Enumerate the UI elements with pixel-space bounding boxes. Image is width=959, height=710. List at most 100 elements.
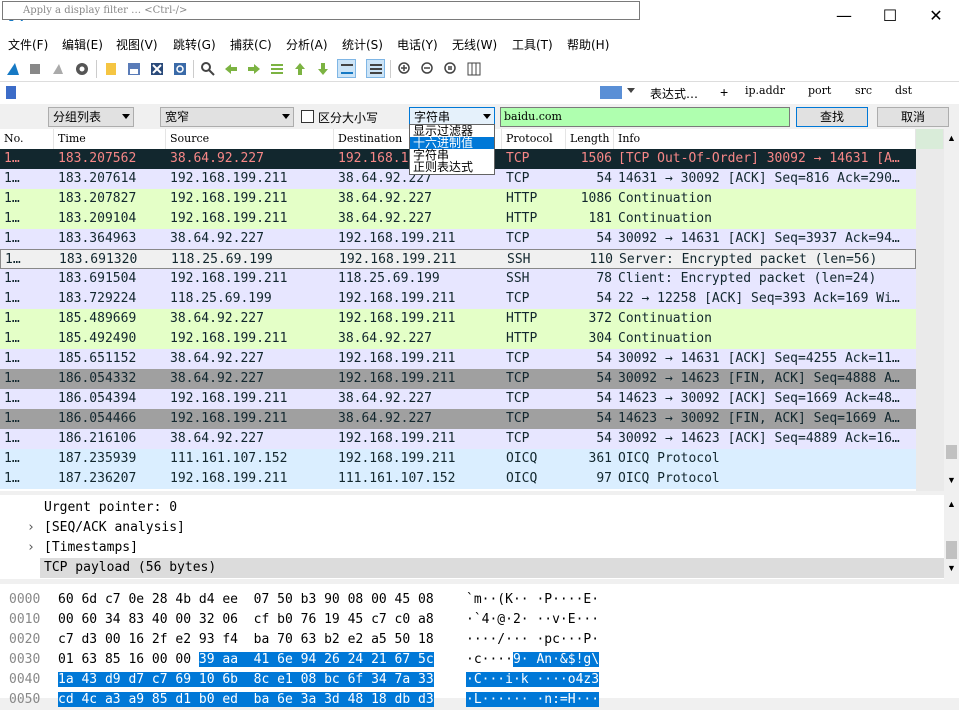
case-sensitive-checkbox[interactable]	[301, 110, 314, 123]
zoom-in-icon[interactable]	[395, 59, 414, 78]
menu-bar: 文件(F) 编辑(E) 视图(V) 跳转(G) 捕获(C) 分析(A) 统计(S…	[0, 32, 959, 56]
apply-filter-arrow-icon[interactable]	[600, 86, 622, 99]
expand-chevron-icon[interactable]: ›	[27, 538, 35, 558]
cell-src: 192.168.199.211	[170, 191, 288, 206]
shark-fin-start-icon[interactable]	[3, 59, 22, 78]
packet-row[interactable]: 1… 183.691320 118.25.69.199 192.168.199.211…	[0, 249, 916, 269]
find-button[interactable]: 查找	[796, 107, 868, 127]
hex-row[interactable]: 0030 01 63 85 16 00 00 39 aa 41 6e 94 26 …	[0, 650, 959, 670]
packet-row[interactable]: 1… 183.691504 192.168.199.211 118.25.69.199…	[0, 269, 916, 289]
options-gear-icon[interactable]	[72, 59, 91, 78]
colorize-icon[interactable]	[366, 59, 385, 78]
add-filter-button[interactable]: +	[720, 84, 728, 100]
go-to-packet-icon[interactable]	[267, 59, 286, 78]
cancel-button[interactable]: 取消	[877, 107, 949, 127]
filter-bookmark-icon[interactable]	[6, 86, 16, 99]
menu-edit[interactable]: 编辑(E)	[62, 36, 103, 53]
packet-row[interactable]: 1… 186.054466 192.168.199.211 38.64.92.227 T…	[0, 409, 916, 429]
menu-file[interactable]: 文件(F)	[8, 36, 48, 53]
hex-row[interactable]: 0040 1a 43 d9 d7 c7 69 10 6b 8c e1 08 bc …	[0, 670, 959, 690]
filter-button-dst[interactable]: dst	[895, 84, 912, 97]
find-packet-icon[interactable]	[198, 59, 217, 78]
go-back-icon[interactable]	[221, 59, 240, 78]
menu-wireless[interactable]: 无线(W)	[452, 36, 497, 53]
search-scope-value: 分组列表	[53, 110, 102, 124]
open-file-icon[interactable]	[101, 59, 120, 78]
filter-button-ip-addr[interactable]: ip.addr	[745, 84, 785, 97]
detail-urgent-pointer[interactable]: Urgent pointer: 0	[44, 498, 177, 518]
column-header-length[interactable]: Length	[566, 129, 614, 149]
column-header-source[interactable]: Source	[166, 129, 334, 149]
packet-row[interactable]: 1… 185.489669 38.64.92.227 192.168.199.211 H…	[0, 309, 916, 329]
filter-button-src[interactable]: src	[855, 84, 872, 97]
hex-row[interactable]: 0000 60 6d c7 0e 28 4b d4 ee 07 50 b3 90 …	[0, 590, 959, 610]
filter-expression-button[interactable]: 表达式…	[650, 85, 698, 102]
detail-timestamps[interactable]: [Timestamps]	[44, 538, 138, 558]
go-first-icon[interactable]	[290, 59, 309, 78]
packet-row[interactable]: 1… 186.054332 38.64.92.227 192.168.199.211 T…	[0, 369, 916, 389]
hex-row[interactable]: 0020 c7 d3 00 16 2f e2 93 f4 ba 70 63 b2 …	[0, 630, 959, 650]
packet-row[interactable]: 1… 183.364963 38.64.92.227 192.168.199.211 T…	[0, 229, 916, 249]
scroll-up-icon[interactable]: ▲	[947, 133, 956, 143]
cell-no: 1…	[4, 231, 20, 246]
packet-row[interactable]: 1… 186.216106 38.64.92.227 192.168.199.211 T…	[0, 429, 916, 449]
autoscroll-icon[interactable]	[337, 59, 356, 78]
column-header-no[interactable]: No.	[0, 129, 54, 149]
packet-row[interactable]: 1… 185.492490 192.168.199.211 38.64.92.227 H…	[0, 329, 916, 349]
scroll-thumb[interactable]	[946, 541, 957, 559]
packet-row[interactable]: 1… 183.209104 192.168.199.211 38.64.92.227 H…	[0, 209, 916, 229]
menu-tools[interactable]: 工具(T)	[512, 36, 553, 53]
menu-statistics[interactable]: 统计(S)	[342, 36, 383, 53]
search-charset-select[interactable]: 宽窄	[160, 107, 294, 127]
hex-row[interactable]: 0010 00 60 34 83 40 00 32 06 cf b0 76 19 …	[0, 610, 959, 630]
packet-row[interactable]: 1… 187.235939 111.161.107.152 192.168.199.2…	[0, 449, 916, 469]
zoom-normal-icon[interactable]	[441, 59, 460, 78]
column-header-protocol[interactable]: Protocol	[502, 129, 566, 149]
scroll-up-icon[interactable]: ▲	[947, 499, 956, 509]
menu-capture[interactable]: 捕获(C)	[230, 36, 272, 53]
hex-row[interactable]: 0050 cd 4c a3 a9 85 d1 b0 ed ba 6e 3a 3d …	[0, 690, 959, 710]
search-scope-select[interactable]: 分组列表	[48, 107, 134, 127]
scroll-thumb[interactable]	[946, 445, 957, 459]
resize-columns-icon[interactable]	[464, 59, 483, 78]
packet-row[interactable]: 1… 187.236207 192.168.199.211 111.161.107.1…	[0, 469, 916, 489]
display-filter-input[interactable]: Apply a display filter … <Ctrl-/>	[2, 1, 640, 20]
column-header-time[interactable]: Time	[54, 129, 166, 149]
zoom-out-icon[interactable]	[418, 59, 437, 78]
cell-src: 38.64.92.227	[170, 371, 264, 386]
details-scrollbar[interactable]: ▲ ▼	[944, 495, 959, 579]
scroll-down-icon[interactable]: ▼	[947, 563, 956, 573]
reload-icon[interactable]	[170, 59, 189, 78]
search-value-input[interactable]: baidu.com	[500, 107, 790, 127]
save-file-icon[interactable]	[124, 59, 143, 78]
go-forward-icon[interactable]	[244, 59, 263, 78]
cell-info: [TCP Out-Of-Order] 30092 → 14631 [A…	[618, 151, 900, 166]
menu-telephony[interactable]: 电话(Y)	[397, 36, 438, 53]
maximize-button[interactable]: ☐	[867, 0, 913, 32]
column-header-info[interactable]: Info	[614, 129, 916, 149]
detail-seq-ack-analysis[interactable]: [SEQ/ACK analysis]	[44, 518, 185, 538]
packet-row[interactable]: 1… 186.054394 192.168.199.211 38.64.92.227 T…	[0, 389, 916, 409]
packet-list-scrollbar[interactable]: ▲ ▼	[944, 129, 959, 491]
restart-icon[interactable]	[48, 59, 67, 78]
filter-button-port[interactable]: port	[808, 84, 831, 97]
close-file-icon[interactable]	[147, 59, 166, 78]
menu-help[interactable]: 帮助(H)	[567, 36, 609, 53]
packet-row[interactable]: 1… 183.207827 192.168.199.211 38.64.92.227 H…	[0, 189, 916, 209]
expand-chevron-icon[interactable]: ›	[27, 518, 35, 538]
menu-view[interactable]: 视图(V)	[116, 36, 158, 53]
filter-history-chevron-down-icon[interactable]	[627, 88, 635, 93]
cell-src: 118.25.69.199	[171, 252, 273, 267]
packet-minimap[interactable]	[916, 149, 944, 491]
minimize-button[interactable]: —	[821, 0, 867, 32]
dropdown-option-regex[interactable]: 正则表达式	[410, 161, 494, 173]
scroll-down-icon[interactable]: ▼	[947, 475, 956, 485]
detail-tcp-payload[interactable]: TCP payload (56 bytes)	[44, 558, 216, 578]
close-button[interactable]: ✕	[913, 0, 959, 32]
stop-icon[interactable]	[25, 59, 44, 78]
menu-analyze[interactable]: 分析(A)	[286, 36, 328, 53]
packet-row[interactable]: 1… 185.651152 38.64.92.227 192.168.199.211 T…	[0, 349, 916, 369]
packet-row[interactable]: 1… 183.729224 118.25.69.199 192.168.199.211…	[0, 289, 916, 309]
go-last-icon[interactable]	[313, 59, 332, 78]
menu-go[interactable]: 跳转(G)	[173, 36, 216, 53]
